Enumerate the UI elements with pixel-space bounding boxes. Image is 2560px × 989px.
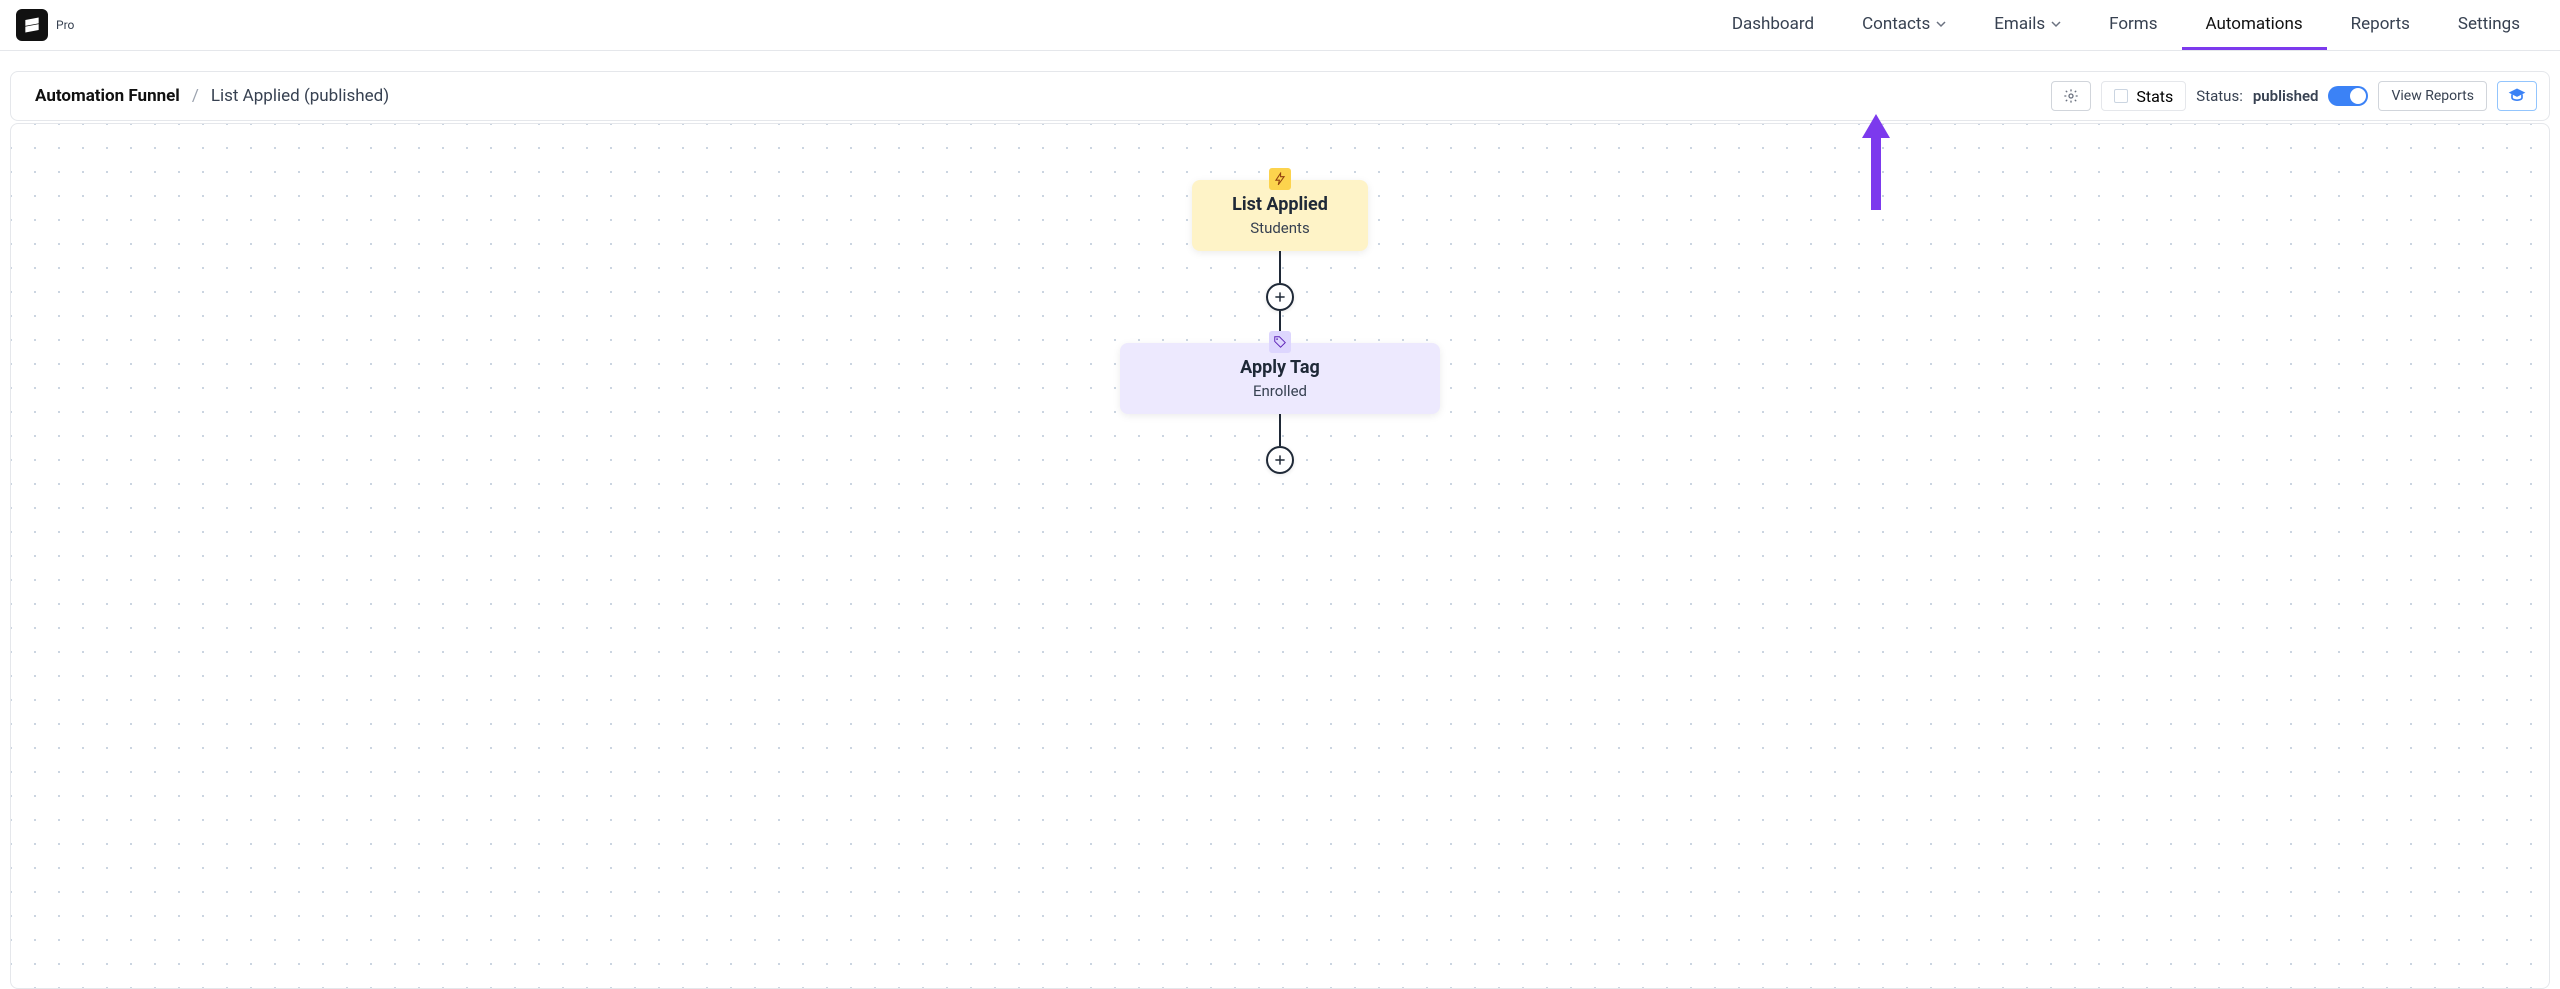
chevron-down-icon xyxy=(1936,19,1946,29)
app-logo[interactable] xyxy=(16,9,48,41)
action-subtitle: Enrolled xyxy=(1253,382,1307,400)
stats-label: Stats xyxy=(2136,87,2173,106)
nav-contacts[interactable]: Contacts xyxy=(1838,0,1970,50)
nav-reports[interactable]: Reports xyxy=(2327,0,2434,50)
status-value: published xyxy=(2253,87,2319,105)
add-step-button[interactable] xyxy=(1266,283,1294,311)
breadcrumb: Automation Funnel / List Applied (publis… xyxy=(35,86,389,106)
plan-badge: Pro xyxy=(56,18,74,32)
breadcrumb-root[interactable]: Automation Funnel xyxy=(35,86,180,106)
publish-toggle[interactable] xyxy=(2328,86,2368,106)
automation-canvas[interactable]: List Applied Students Apply Tag Enrolled xyxy=(10,123,2550,989)
flow-column: List Applied Students Apply Tag Enrolled xyxy=(980,124,1580,474)
nav-dashboard-label: Dashboard xyxy=(1732,14,1814,34)
gear-icon xyxy=(2063,88,2079,104)
nav-automations-label: Automations xyxy=(2206,14,2303,34)
bolt-icon xyxy=(1269,168,1291,190)
trigger-subtitle: Students xyxy=(1250,219,1309,237)
brand: Pro xyxy=(16,9,74,41)
nav-forms[interactable]: Forms xyxy=(2085,0,2181,50)
breadcrumb-current: List Applied (published) xyxy=(211,86,389,106)
app-header: Pro Dashboard Contacts Emails Forms Auto… xyxy=(0,0,2560,51)
status-indicator: Status: published xyxy=(2196,86,2368,106)
nav-reports-label: Reports xyxy=(2351,14,2410,34)
status-label: Status: xyxy=(2196,87,2243,105)
trigger-node[interactable]: List Applied Students xyxy=(1192,180,1368,251)
stats-checkbox[interactable] xyxy=(2114,89,2128,103)
plus-icon xyxy=(1273,453,1287,467)
connector xyxy=(1279,251,1281,283)
help-button[interactable] xyxy=(2497,81,2537,111)
plus-icon xyxy=(1273,290,1287,304)
nav-contacts-label: Contacts xyxy=(1862,14,1930,34)
annotation-arrow xyxy=(1856,110,1896,214)
nav-settings-label: Settings xyxy=(2458,14,2520,34)
action-title: Apply Tag xyxy=(1240,357,1320,378)
nav-settings[interactable]: Settings xyxy=(2434,0,2544,50)
view-reports-button[interactable]: View Reports xyxy=(2378,81,2487,111)
tag-icon xyxy=(1269,331,1291,353)
graduation-cap-icon xyxy=(2507,86,2527,106)
chevron-down-icon xyxy=(2051,19,2061,29)
nav-emails[interactable]: Emails xyxy=(1970,0,2085,50)
automation-toolbar: Automation Funnel / List Applied (publis… xyxy=(10,71,2550,121)
logo-mark-icon xyxy=(22,15,42,35)
nav-dashboard[interactable]: Dashboard xyxy=(1708,0,1838,50)
breadcrumb-separator: / xyxy=(192,86,199,106)
view-reports-label: View Reports xyxy=(2391,88,2474,104)
connector xyxy=(1279,414,1281,446)
nav-emails-label: Emails xyxy=(1994,14,2045,34)
main-nav: Dashboard Contacts Emails Forms Automati… xyxy=(1708,0,2544,50)
switch-knob xyxy=(2350,88,2366,104)
nav-automations[interactable]: Automations xyxy=(2182,0,2327,50)
nav-forms-label: Forms xyxy=(2109,14,2157,34)
settings-button[interactable] xyxy=(2051,81,2091,111)
stats-toggle[interactable]: Stats xyxy=(2101,81,2186,111)
action-node[interactable]: Apply Tag Enrolled xyxy=(1120,343,1440,414)
toolbar-right: Stats Status: published View Reports xyxy=(2051,81,2537,111)
add-step-button[interactable] xyxy=(1266,446,1294,474)
trigger-title: List Applied xyxy=(1232,194,1328,215)
page-body: Automation Funnel / List Applied (publis… xyxy=(0,51,2560,989)
